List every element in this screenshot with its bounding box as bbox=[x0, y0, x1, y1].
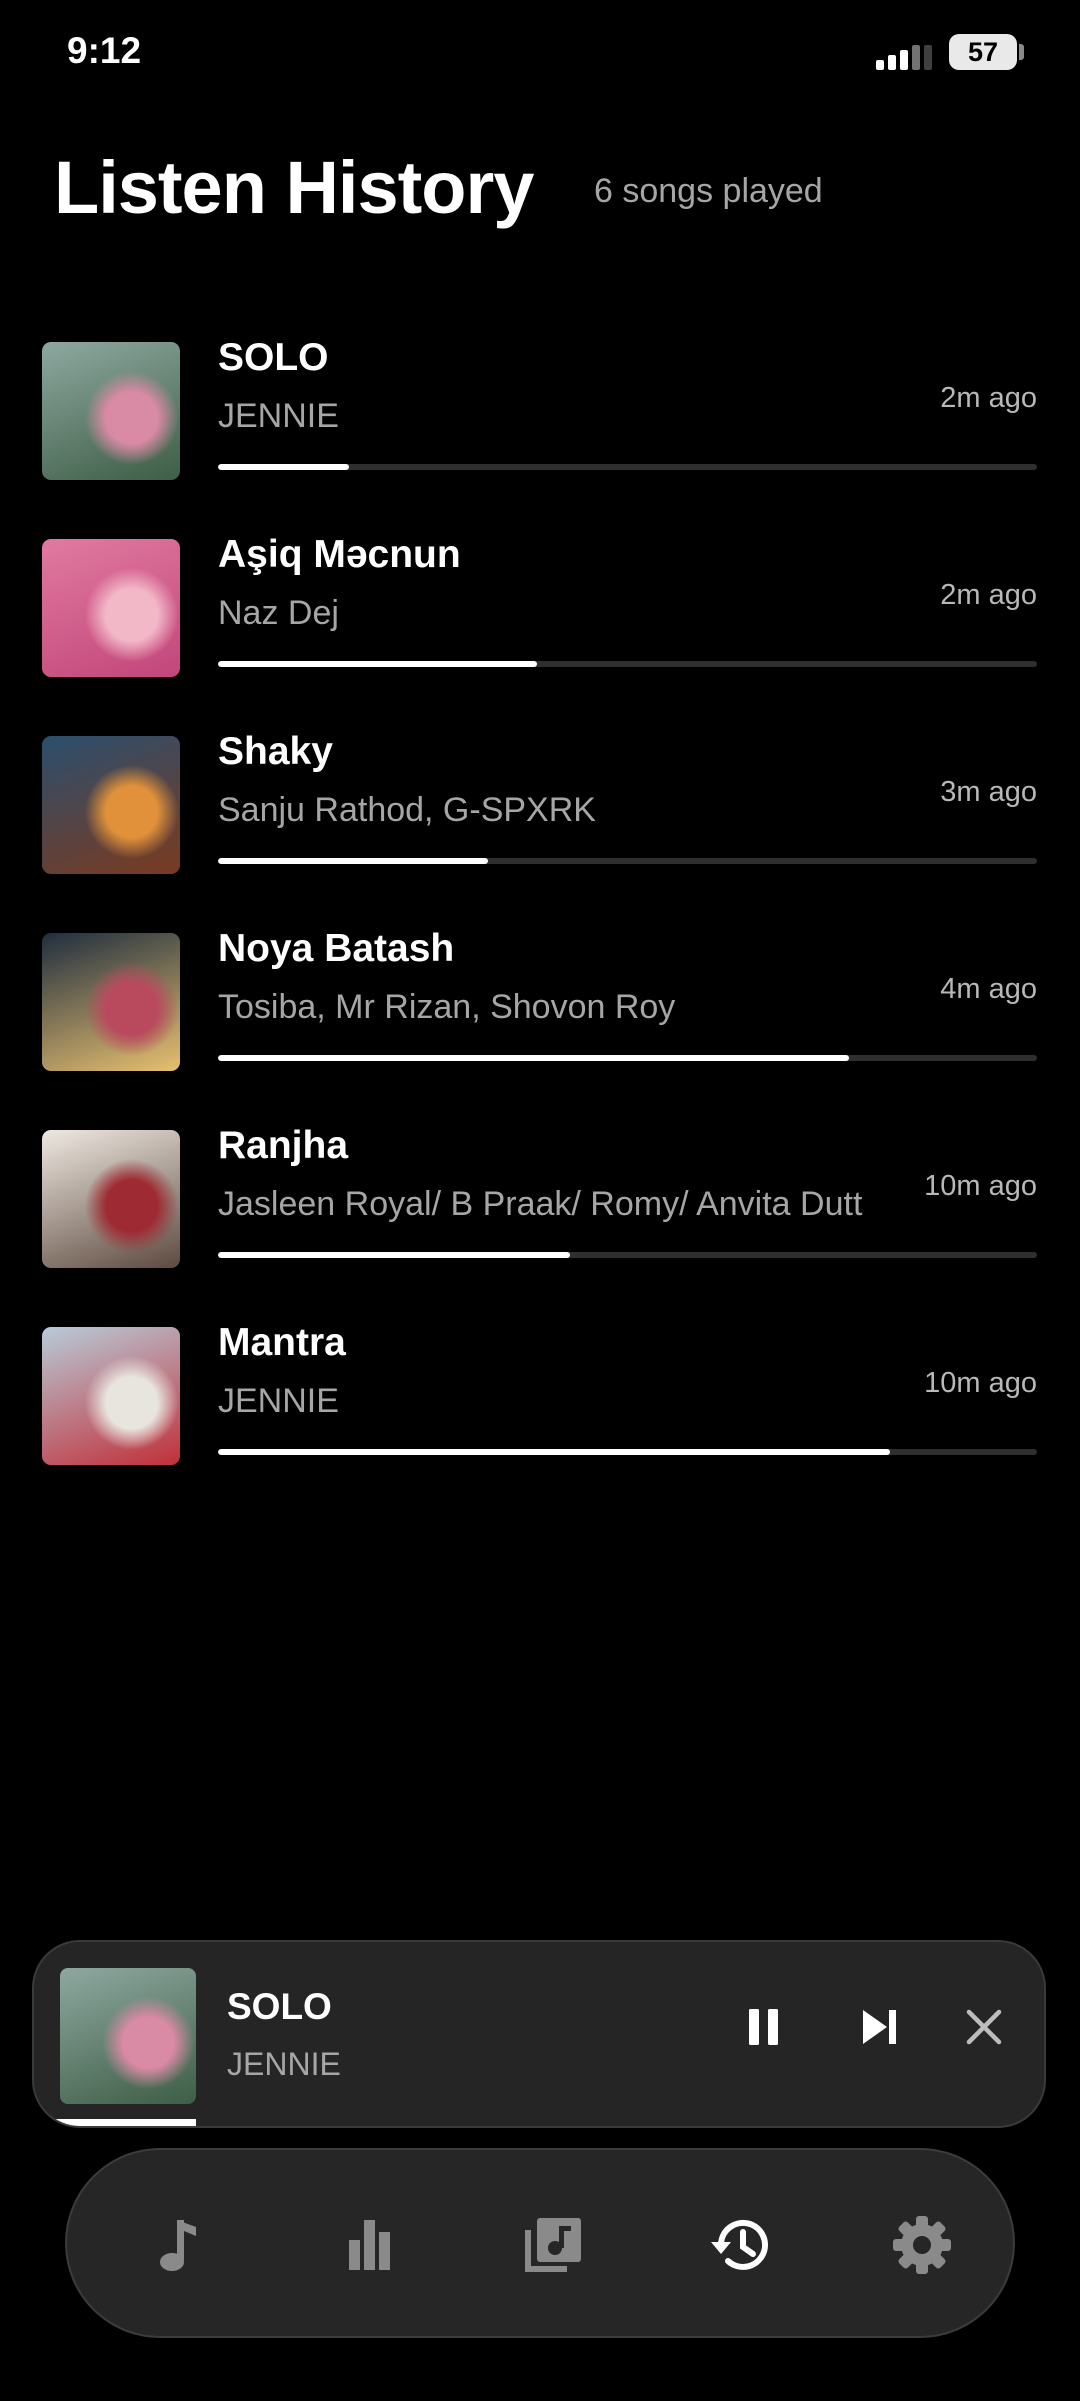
gear-icon bbox=[893, 2216, 951, 2274]
progress-bar bbox=[218, 661, 1037, 667]
progress-bar bbox=[218, 1449, 1037, 1455]
bottom-nav bbox=[65, 2148, 1015, 2338]
pause-button[interactable] bbox=[728, 1992, 798, 2062]
nav-history[interactable] bbox=[695, 2200, 785, 2290]
nav-music[interactable] bbox=[134, 2200, 224, 2290]
now-playing-artist: JENNIE bbox=[227, 2046, 341, 2082]
history-item[interactable]: SOLO JENNIE 2m ago bbox=[0, 330, 1080, 480]
page-header: Listen History 6 songs played bbox=[54, 145, 1054, 235]
status-bar: 9:12 57 bbox=[0, 0, 1080, 100]
progress-bar bbox=[218, 464, 1037, 470]
skip-next-button[interactable] bbox=[844, 1992, 914, 2062]
skip-next-icon bbox=[863, 2010, 896, 2044]
nav-stats[interactable] bbox=[324, 2200, 414, 2290]
close-icon bbox=[966, 2009, 1002, 2045]
songs-count: 6 songs played bbox=[594, 172, 823, 210]
played-time: 2m ago bbox=[940, 579, 1037, 611]
close-button[interactable] bbox=[949, 1992, 1019, 2062]
song-title: SOLO bbox=[218, 336, 329, 379]
song-artist: Naz Dej bbox=[218, 594, 339, 632]
now-playing-cover bbox=[60, 1968, 196, 2104]
played-time: 10m ago bbox=[924, 1367, 1037, 1399]
song-artist: Tosiba, Mr Rizan, Shovon Roy bbox=[218, 988, 676, 1026]
page-title: Listen History bbox=[54, 146, 534, 229]
now-playing-title: SOLO bbox=[227, 1986, 332, 2027]
music-note-icon bbox=[160, 2220, 196, 2271]
library-music-icon bbox=[525, 2218, 581, 2272]
progress-fill bbox=[218, 1055, 849, 1061]
battery-cap bbox=[1019, 44, 1024, 60]
status-time: 9:12 bbox=[67, 30, 142, 71]
album-cover bbox=[42, 933, 180, 1071]
mini-player[interactable]: SOLO JENNIE bbox=[32, 1940, 1046, 2128]
nav-settings[interactable] bbox=[877, 2200, 967, 2290]
played-time: 3m ago bbox=[940, 776, 1037, 808]
progress-bar bbox=[218, 858, 1037, 864]
song-title: Ranjha bbox=[218, 1124, 349, 1167]
song-title: Noya Batash bbox=[218, 927, 455, 970]
progress-fill bbox=[218, 1449, 890, 1455]
song-artist: Sanju Rathod, G-SPXRK bbox=[218, 791, 596, 829]
played-time: 4m ago bbox=[940, 973, 1037, 1005]
progress-fill bbox=[218, 661, 538, 667]
nav-library[interactable] bbox=[507, 2200, 597, 2290]
history-item[interactable]: Ranjha Jasleen Royal/ B Praak/ Romy/ Anv… bbox=[0, 1118, 1080, 1268]
progress-fill bbox=[218, 464, 350, 470]
history-item[interactable]: Aşiq Məcnun Naz Dej 2m ago bbox=[0, 527, 1080, 677]
played-time: 10m ago bbox=[924, 1170, 1037, 1202]
progress-fill bbox=[218, 858, 489, 864]
bar-chart-icon bbox=[349, 2220, 390, 2270]
album-cover bbox=[42, 736, 180, 874]
battery-icon: 57 bbox=[949, 34, 1017, 70]
mini-progress-bar bbox=[34, 2119, 1044, 2126]
song-title: Aşiq Məcnun bbox=[218, 533, 461, 576]
song-artist: JENNIE bbox=[218, 397, 339, 435]
album-cover bbox=[42, 539, 180, 677]
album-cover bbox=[42, 1130, 180, 1268]
song-artist: JENNIE bbox=[218, 1382, 339, 1420]
played-time: 2m ago bbox=[940, 382, 1037, 414]
pause-icon bbox=[749, 2009, 778, 2045]
mini-progress-fill bbox=[34, 2119, 196, 2126]
album-cover bbox=[42, 1327, 180, 1465]
history-item[interactable]: Noya Batash Tosiba, Mr Rizan, Shovon Roy… bbox=[0, 921, 1080, 1071]
album-cover bbox=[42, 342, 180, 480]
history-item[interactable]: Shaky Sanju Rathod, G-SPXRK 3m ago bbox=[0, 724, 1080, 874]
song-artist: Jasleen Royal/ B Praak/ Romy/ Anvita Dut… bbox=[218, 1185, 863, 1223]
song-title: Mantra bbox=[218, 1321, 346, 1364]
history-item[interactable]: Mantra JENNIE 10m ago bbox=[0, 1315, 1080, 1465]
signal-icon bbox=[876, 44, 934, 70]
progress-fill bbox=[218, 1252, 571, 1258]
history-icon bbox=[711, 2219, 768, 2270]
song-title: Shaky bbox=[218, 730, 333, 773]
progress-bar bbox=[218, 1252, 1037, 1258]
progress-bar bbox=[218, 1055, 1037, 1061]
